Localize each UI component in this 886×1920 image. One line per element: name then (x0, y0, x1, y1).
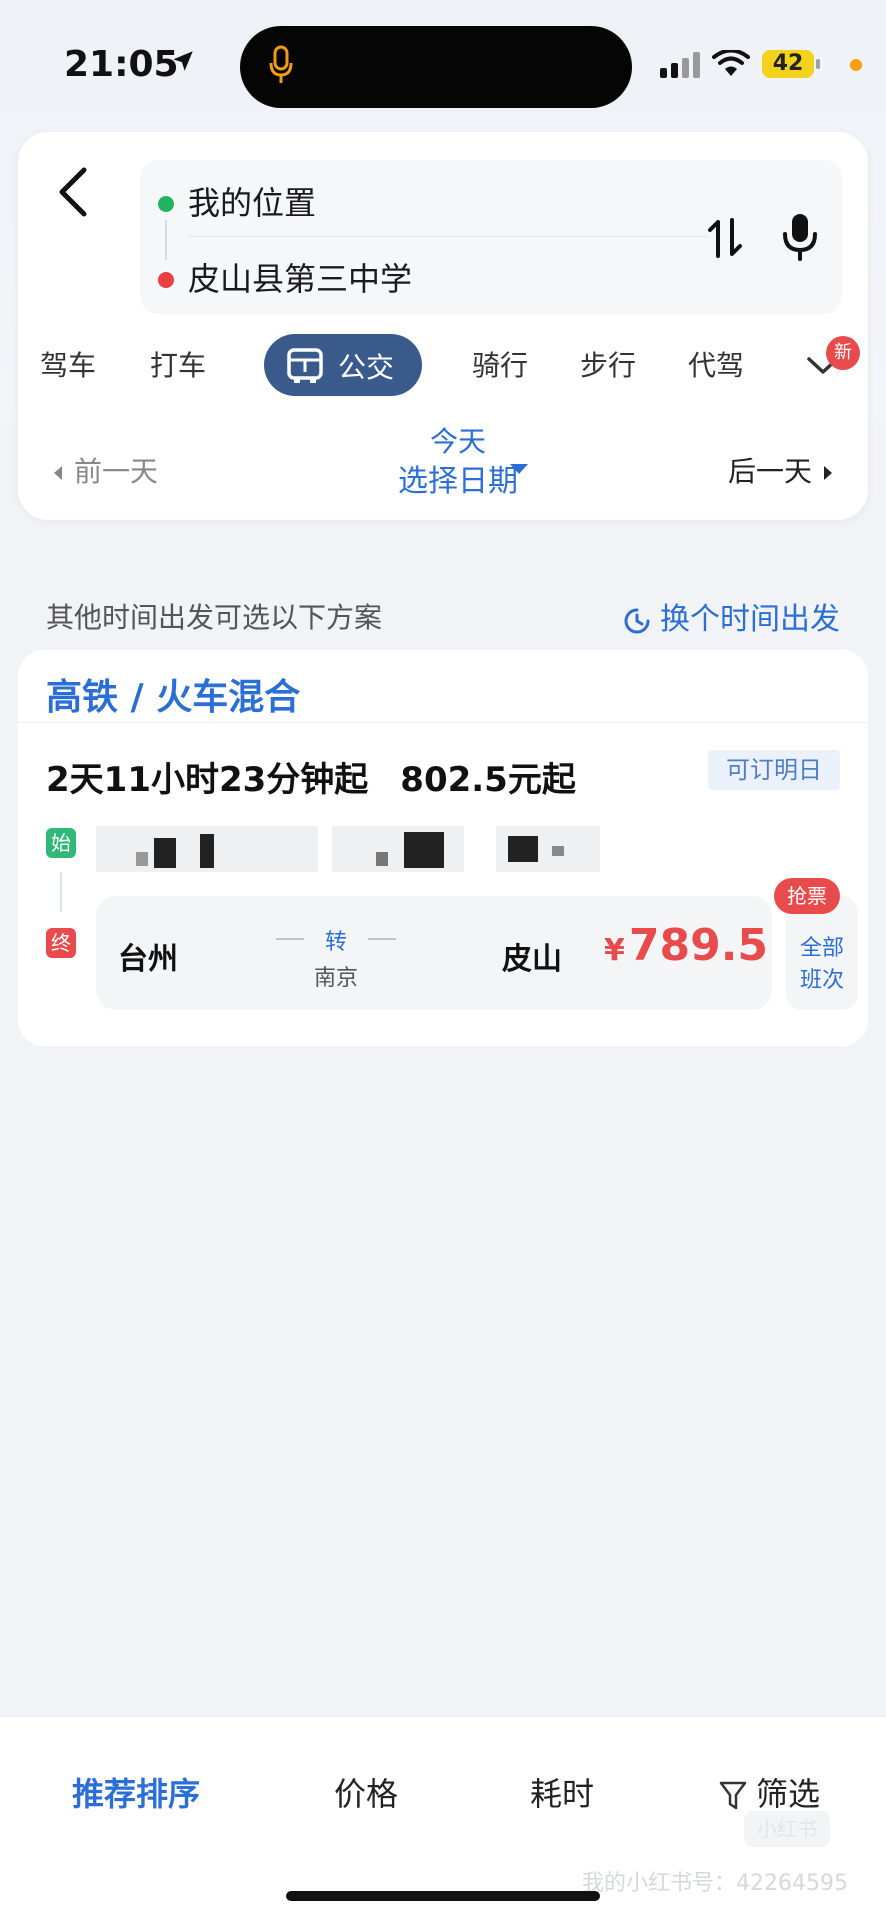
tab-transit[interactable]: 公交 (264, 334, 422, 396)
watermark-logo: 小红书 (744, 1811, 830, 1847)
destination-dot-icon (158, 272, 174, 288)
cellular-signal-icon (660, 52, 702, 82)
battery-nub (816, 59, 820, 69)
transfer-dash (368, 938, 396, 940)
card-divider (18, 722, 868, 723)
microphone-indicator-icon (268, 45, 294, 89)
chevron-left-icon (59, 167, 87, 217)
tab-cycling[interactable]: 骑行 (472, 344, 528, 384)
tab-transit-label: 公交 (338, 351, 395, 384)
bus-icon (286, 348, 324, 391)
tab-walking[interactable]: 步行 (580, 344, 636, 384)
sort-recommended[interactable]: 推荐排序 (72, 1769, 200, 1815)
redacted-segment (96, 826, 318, 872)
battery-level: 42 (762, 50, 814, 78)
route-connector (165, 220, 167, 260)
destination-field[interactable]: 皮山县第三中学 (188, 254, 412, 300)
tab-taxi[interactable]: 打车 (150, 344, 206, 384)
sort-duration[interactable]: 耗时 (530, 1769, 594, 1815)
transfer-label: 转 (324, 930, 347, 955)
swap-route-button[interactable] (704, 216, 746, 264)
tab-designated-driver[interactable]: 代驾 (688, 344, 744, 384)
change-time-label: 换个时间出发 (660, 602, 840, 637)
redacted-segment (496, 826, 600, 872)
dynamic-island (240, 26, 632, 108)
date-picker-button[interactable]: 今天 选择日期 (358, 422, 558, 502)
all-trips-label-1: 全部 (799, 936, 844, 961)
end-tag: 终 (46, 928, 76, 958)
next-day-label: 后一天 (727, 455, 812, 488)
price-from-text: 802.5元起 (400, 760, 576, 800)
voice-input-button[interactable] (780, 212, 820, 266)
duration-text: 2天11小时23分钟起 (46, 760, 369, 800)
travel-mode-tabs: 驾车 打车 公交 骑行 步行 代驾 新 (18, 330, 868, 400)
transfer-city: 南京 (313, 966, 358, 991)
departure-city: 台州 (118, 942, 178, 977)
redacted-segment (332, 826, 464, 872)
today-label: 今天 (429, 425, 486, 458)
transfer-dash (276, 938, 304, 940)
status-bar: 21:05 42 (0, 0, 886, 130)
route-result-card[interactable]: 高铁 / 火车混合 2天11小时23分钟起 802.5元起 可订明日 始 终 台州… (18, 650, 868, 1046)
tag-connector (60, 872, 62, 912)
previous-day-label: 前一天 (74, 455, 159, 488)
bookable-badge: 可订明日 (708, 750, 840, 790)
back-button[interactable] (52, 162, 108, 226)
swap-icon (708, 218, 742, 258)
origin-field[interactable]: 我的位置 (188, 178, 316, 224)
other-times-hint: 其他时间出发可选以下方案 (46, 601, 383, 634)
sort-price[interactable]: 价格 (334, 1769, 398, 1815)
transfer-info: 转 南京 (276, 924, 396, 992)
clock-icon (624, 608, 650, 633)
filter-icon (719, 1781, 747, 1810)
currency-symbol: ¥ (604, 933, 625, 968)
origin-dot-icon (158, 196, 174, 212)
status-time: 21:05 (64, 44, 179, 85)
next-day-button[interactable]: 后一天 (728, 450, 832, 490)
select-date-label: 选择日期 (398, 464, 518, 499)
filter-label: 筛选 (756, 1775, 821, 1813)
route-input-box: 我的位置 皮山县第三中学 (140, 160, 842, 314)
result-type-title: 高铁 / 火车混合 (46, 677, 301, 718)
route-card: 我的位置 皮山县第三中学 驾车 打车 公交 骑行 步行 代驾 新 前一天 今天 … (18, 132, 868, 520)
grab-ticket-badge[interactable]: 抢票 (774, 878, 840, 914)
filter-button[interactable]: 筛选 (718, 1769, 820, 1815)
arrival-city: 皮山 (502, 942, 562, 977)
caret-down-icon (510, 464, 528, 474)
watermark-text: 我的小红书号：42264595 (582, 1871, 848, 1896)
caret-left-icon (54, 466, 62, 480)
privacy-indicator-dot (850, 59, 862, 71)
train-segment[interactable]: 台州 转 南京 皮山 ¥789.5 (96, 896, 772, 1010)
home-indicator[interactable] (286, 1891, 600, 1901)
result-summary: 2天11小时23分钟起 802.5元起 (46, 752, 576, 801)
sort-bar: 推荐排序 价格 耗时 筛选 小红书 我的小红书号：42264595 (0, 1716, 886, 1920)
wifi-icon (712, 48, 750, 82)
route-divider (188, 236, 708, 237)
tab-drive[interactable]: 驾车 (40, 344, 96, 384)
all-trips-label-2: 班次 (799, 968, 844, 993)
price-value: 789.5 (628, 920, 769, 971)
previous-day-button[interactable]: 前一天 (54, 450, 158, 490)
microphone-icon (783, 214, 817, 261)
ticket-price: ¥789.5 (604, 920, 768, 971)
caret-right-icon (824, 466, 832, 480)
location-arrow-icon (170, 48, 196, 78)
start-tag: 始 (46, 828, 76, 858)
new-badge: 新 (826, 336, 860, 370)
date-navigator: 前一天 今天 选择日期 后一天 (18, 422, 868, 512)
change-departure-time-button[interactable]: 换个时间出发 (622, 594, 840, 638)
